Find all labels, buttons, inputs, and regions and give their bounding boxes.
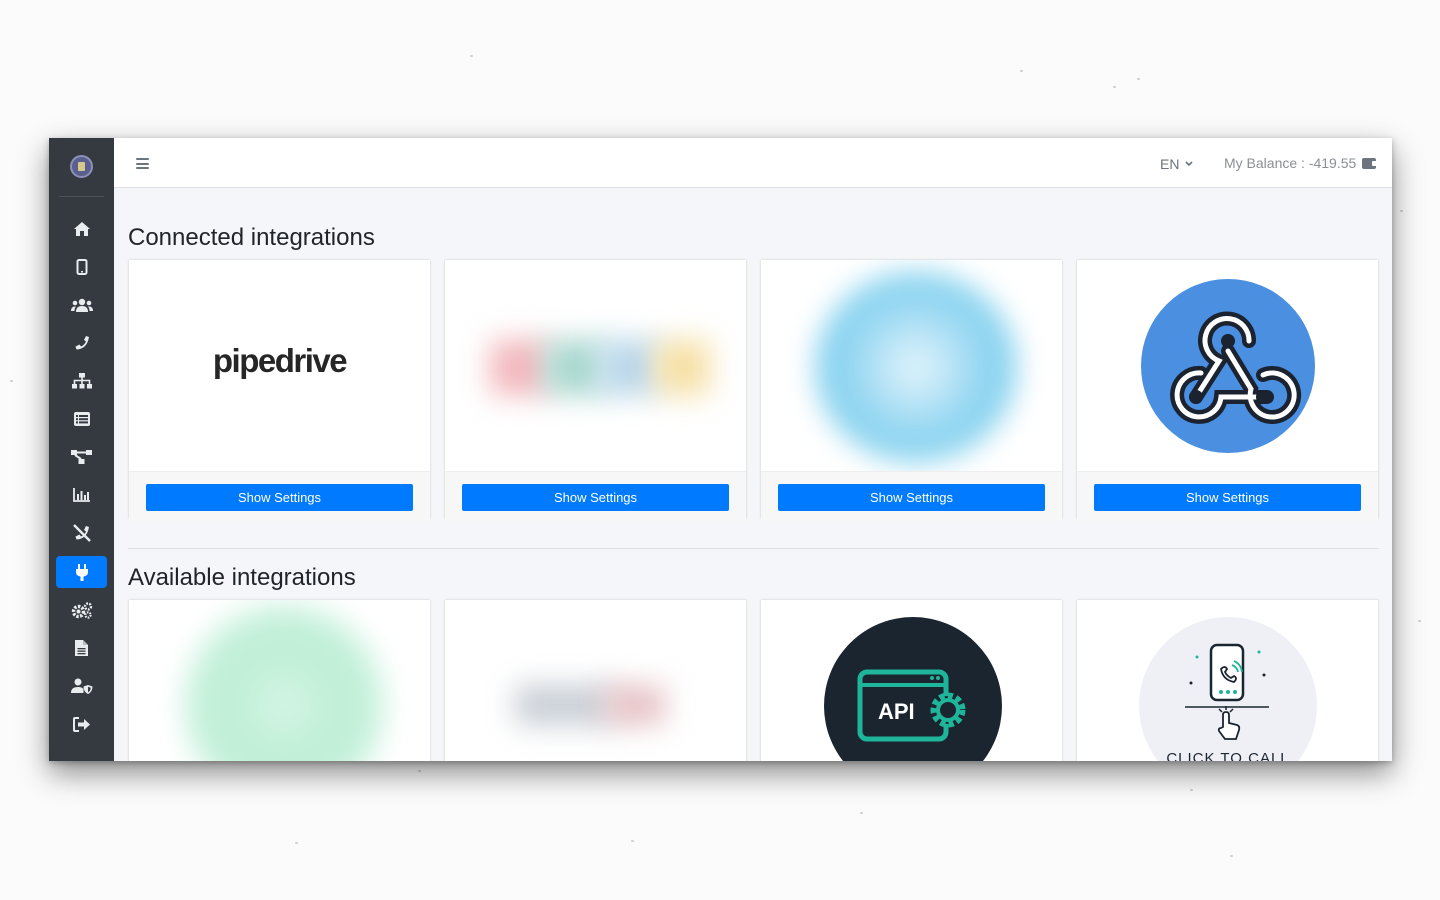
sidebar-item-settings[interactable] xyxy=(56,594,107,626)
mobile-icon xyxy=(76,259,87,275)
available-card-click-to-call[interactable]: CLICK TO CALL xyxy=(1076,599,1379,761)
show-settings-button[interactable]: Show Settings xyxy=(1094,484,1361,511)
connected-integrations-title: Connected integrations xyxy=(128,224,375,251)
sidebar-item-lists[interactable] xyxy=(56,403,107,435)
top-navbar: EN My Balance : -419.55 xyxy=(114,138,1392,188)
sidebar xyxy=(49,138,114,761)
users-icon xyxy=(70,298,93,312)
api-gear-icon: API xyxy=(824,617,1002,761)
api-label: API xyxy=(878,699,915,724)
webhook-icon xyxy=(1141,279,1315,453)
integration-card-3: Show Settings xyxy=(760,259,1063,521)
app-window: EN My Balance : -419.55 Connected integr… xyxy=(49,138,1392,761)
integration-logo: CLICK TO CALL xyxy=(1077,600,1378,761)
pipedrive-logo: pipedrive xyxy=(212,342,348,379)
sidebar-item-documents[interactable] xyxy=(56,632,107,664)
available-card-1[interactable] xyxy=(128,599,431,761)
sidebar-item-structure[interactable] xyxy=(56,365,107,397)
available-integrations-title: Available integrations xyxy=(128,564,356,591)
sidebar-item-logout[interactable] xyxy=(56,708,107,740)
sidebar-item-devices[interactable] xyxy=(56,251,107,283)
integration-logo: API xyxy=(761,600,1062,761)
balance-text: My Balance : -419.55 xyxy=(1224,155,1357,171)
chart-icon xyxy=(73,488,90,502)
integration-card-2: Show Settings xyxy=(444,259,747,521)
sidebar-item-home[interactable] xyxy=(56,213,107,245)
integration-card-pipedrive: pipedrive Show Settings xyxy=(128,259,431,521)
integration-logo: pipedrive xyxy=(129,260,430,471)
click-to-call-icon: CLICK TO CALL xyxy=(1139,617,1317,761)
balance-display[interactable]: My Balance : -419.55 xyxy=(1224,155,1378,171)
integration-logo-blurred xyxy=(445,260,746,471)
show-settings-button[interactable]: Show Settings xyxy=(462,484,729,511)
flow-icon xyxy=(70,450,92,464)
section-divider xyxy=(128,548,1379,549)
list-icon xyxy=(73,412,90,426)
sidebar-item-flows[interactable] xyxy=(56,441,107,473)
show-settings-button[interactable]: Show Settings xyxy=(778,484,1045,511)
integration-logo-blurred xyxy=(761,260,1062,471)
document-icon xyxy=(75,640,88,656)
chevron-down-icon xyxy=(1185,161,1194,167)
sidebar-item-integrations[interactable] xyxy=(56,556,107,588)
language-selector[interactable]: EN xyxy=(1160,156,1194,172)
integration-logo-blurred xyxy=(445,600,746,761)
sitemap-icon xyxy=(71,373,92,389)
integration-logo xyxy=(1077,260,1378,471)
sidebar-item-admin[interactable] xyxy=(56,670,107,702)
available-card-2[interactable] xyxy=(444,599,747,761)
app-logo[interactable] xyxy=(70,155,93,178)
integration-logo-blurred xyxy=(129,600,430,761)
language-label: EN xyxy=(1160,156,1180,172)
menu-toggle-button[interactable] xyxy=(136,158,149,169)
home-icon xyxy=(73,222,90,236)
plug-icon xyxy=(75,563,88,581)
sign-out-icon xyxy=(72,716,90,732)
wallet-icon xyxy=(1362,157,1378,169)
user-shield-icon xyxy=(70,678,92,694)
sidebar-item-reports[interactable] xyxy=(56,479,107,511)
call-off-icon xyxy=(72,524,91,542)
sidebar-item-contacts[interactable] xyxy=(56,289,107,321)
sidebar-divider xyxy=(59,196,104,197)
cogs-icon xyxy=(71,601,92,619)
sidebar-item-calls[interactable] xyxy=(56,327,107,359)
show-settings-button[interactable]: Show Settings xyxy=(146,484,413,511)
available-card-api[interactable]: API xyxy=(760,599,1063,761)
integration-card-webhook: Show Settings xyxy=(1076,259,1379,521)
phone-icon xyxy=(75,336,89,350)
click-to-call-label: CLICK TO CALL xyxy=(1166,750,1289,761)
sidebar-item-blocked[interactable] xyxy=(56,517,107,549)
